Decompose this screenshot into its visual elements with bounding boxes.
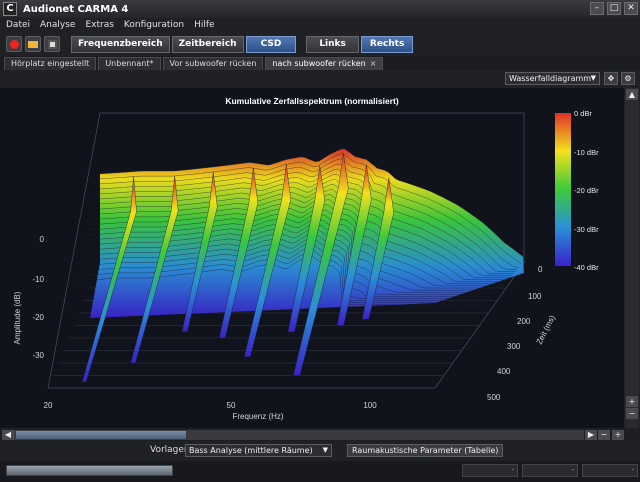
- status-bar: - - -: [0, 461, 640, 482]
- colorbar-label-20: -20 dBr: [574, 186, 599, 195]
- view-select-value: Wasserfalldiagramm: [509, 74, 592, 83]
- colorbar-label-10: -10 dBr: [574, 148, 599, 157]
- tab-label: Hörplatz eingestellt: [11, 59, 90, 68]
- tab-hoerplatz[interactable]: Hörplatz eingestellt: [4, 57, 97, 70]
- colorbar-label-0: 0 dBr: [574, 109, 592, 118]
- chevron-down-icon: ▼: [590, 74, 596, 82]
- menu-datei[interactable]: Datei: [6, 20, 30, 30]
- vorlagen-label: Vorlagen: [150, 445, 190, 455]
- maximize-icon[interactable]: □: [607, 2, 621, 15]
- scroll-left-icon[interactable]: ◀: [2, 430, 14, 440]
- progress-fill: [7, 466, 172, 475]
- move-icon[interactable]: ✥: [604, 72, 618, 85]
- x-tick-20: 20: [44, 401, 53, 410]
- menu-bar: Datei Analyse Extras Konfiguration Hilfe: [0, 18, 640, 32]
- rechts-button[interactable]: Rechts: [360, 35, 414, 53]
- title-bar: C Audionet CARMA 4 – □ ✕: [0, 0, 640, 18]
- y-axis-label: Amplitude (dB): [13, 291, 22, 344]
- app-window: C Audionet CARMA 4 – □ ✕ Datei Analyse E…: [0, 0, 640, 482]
- vorlagen-select[interactable]: Bass Analyse (mittlere Räume) ▼: [185, 444, 332, 457]
- gear-icon[interactable]: ⚙: [621, 72, 635, 85]
- scroll-thumb[interactable]: [16, 431, 186, 439]
- template-bar: Vorlagen Bass Analyse (mittlere Räume) ▼ …: [0, 443, 640, 459]
- csd-button[interactable]: CSD: [245, 35, 297, 53]
- status-field-2: -: [522, 464, 578, 477]
- links-button[interactable]: Links: [306, 35, 359, 53]
- z-tick-200: 200: [517, 317, 531, 326]
- chevron-down-icon: ▼: [322, 446, 328, 454]
- status-field-1: -: [462, 464, 518, 477]
- menu-hilfe[interactable]: Hilfe: [194, 20, 214, 30]
- waterfall-svg: Kumulative Zerfallsspektrum (normalisier…: [13, 96, 599, 421]
- y-tick-30: -30: [32, 351, 44, 360]
- chart-title: Kumulative Zerfallsspektrum (normalisier…: [225, 96, 399, 106]
- tab-bar: Hörplatz eingestellt Unbennant* Vor subw…: [0, 56, 640, 70]
- y-tick-10: -10: [32, 275, 44, 284]
- x-tick-100: 100: [363, 401, 377, 410]
- zeitbereich-button[interactable]: Zeitbereich: [171, 35, 244, 53]
- colorbar-label-40: -40 dBr: [574, 263, 599, 272]
- y-tick-0: 0: [40, 235, 45, 244]
- zoom-in-icon[interactable]: +: [626, 396, 638, 407]
- tab-close-icon[interactable]: ×: [370, 59, 377, 68]
- horizontal-scrollbar[interactable]: ◀ ▶ − +: [0, 429, 640, 441]
- x-tick-50: 50: [227, 401, 236, 410]
- app-logo-icon: C: [3, 2, 17, 16]
- record-icon[interactable]: [6, 36, 22, 52]
- colorbar-label-30: -30 dBr: [574, 225, 599, 234]
- vorlagen-value: Bass Analyse (mittlere Räume): [189, 446, 313, 455]
- tab-label: nach subwoofer rücken: [272, 59, 366, 68]
- tab-unbennant[interactable]: Unbennant*: [98, 57, 161, 70]
- vertical-scrollbar[interactable]: ▲ + −: [625, 88, 639, 428]
- frequenzbereich-button[interactable]: Frequenzbereich: [71, 35, 170, 53]
- open-folder-icon[interactable]: [25, 36, 41, 52]
- y-tick-20: -20: [32, 313, 44, 322]
- progress-bar: [6, 465, 173, 476]
- tab-nach-subwoofer[interactable]: nach subwoofer rücken ×: [265, 57, 384, 70]
- toolbar: Frequenzbereich Zeitbereich CSD Links Re…: [0, 33, 640, 55]
- x-axis-label: Frequenz (Hz): [232, 412, 283, 421]
- z-axis-label: Zeit (ms): [535, 313, 557, 345]
- zoom-out-h-icon[interactable]: −: [598, 430, 610, 440]
- view-type-select[interactable]: Wasserfalldiagramm ▼: [505, 72, 600, 85]
- z-tick-400: 400: [497, 367, 511, 376]
- close-icon[interactable]: ✕: [624, 2, 638, 15]
- z-tick-500: 500: [487, 393, 501, 402]
- menu-analyse[interactable]: Analyse: [40, 20, 75, 30]
- raumakustik-button[interactable]: Raumakustische Parameter (Tabelle): [347, 444, 504, 457]
- tab-label: Vor subwoofer rücken: [169, 59, 257, 68]
- zoom-in-h-icon[interactable]: +: [612, 430, 624, 440]
- minimize-icon[interactable]: –: [590, 2, 604, 15]
- scroll-up-icon[interactable]: ▲: [626, 89, 638, 100]
- menu-konfiguration[interactable]: Konfiguration: [124, 20, 184, 30]
- tab-label: Unbennant*: [105, 59, 154, 68]
- zoom-out-icon[interactable]: −: [626, 408, 638, 419]
- save-icon[interactable]: [44, 36, 60, 52]
- scroll-right-icon[interactable]: ▶: [585, 430, 597, 440]
- tab-vor-subwoofer[interactable]: Vor subwoofer rücken: [162, 57, 264, 70]
- z-tick-100: 100: [528, 292, 542, 301]
- status-field-3: -: [582, 464, 638, 477]
- z-tick-0: 0: [538, 265, 543, 274]
- z-tick-300: 300: [507, 342, 521, 351]
- window-title: Audionet CARMA 4: [23, 3, 129, 15]
- csd-waterfall-chart: Kumulative Zerfallsspektrum (normalisier…: [0, 88, 624, 428]
- menu-extras[interactable]: Extras: [85, 20, 113, 30]
- colorbar: [555, 113, 571, 266]
- view-bar: Wasserfalldiagramm ▼ ✥ ⚙: [0, 71, 640, 87]
